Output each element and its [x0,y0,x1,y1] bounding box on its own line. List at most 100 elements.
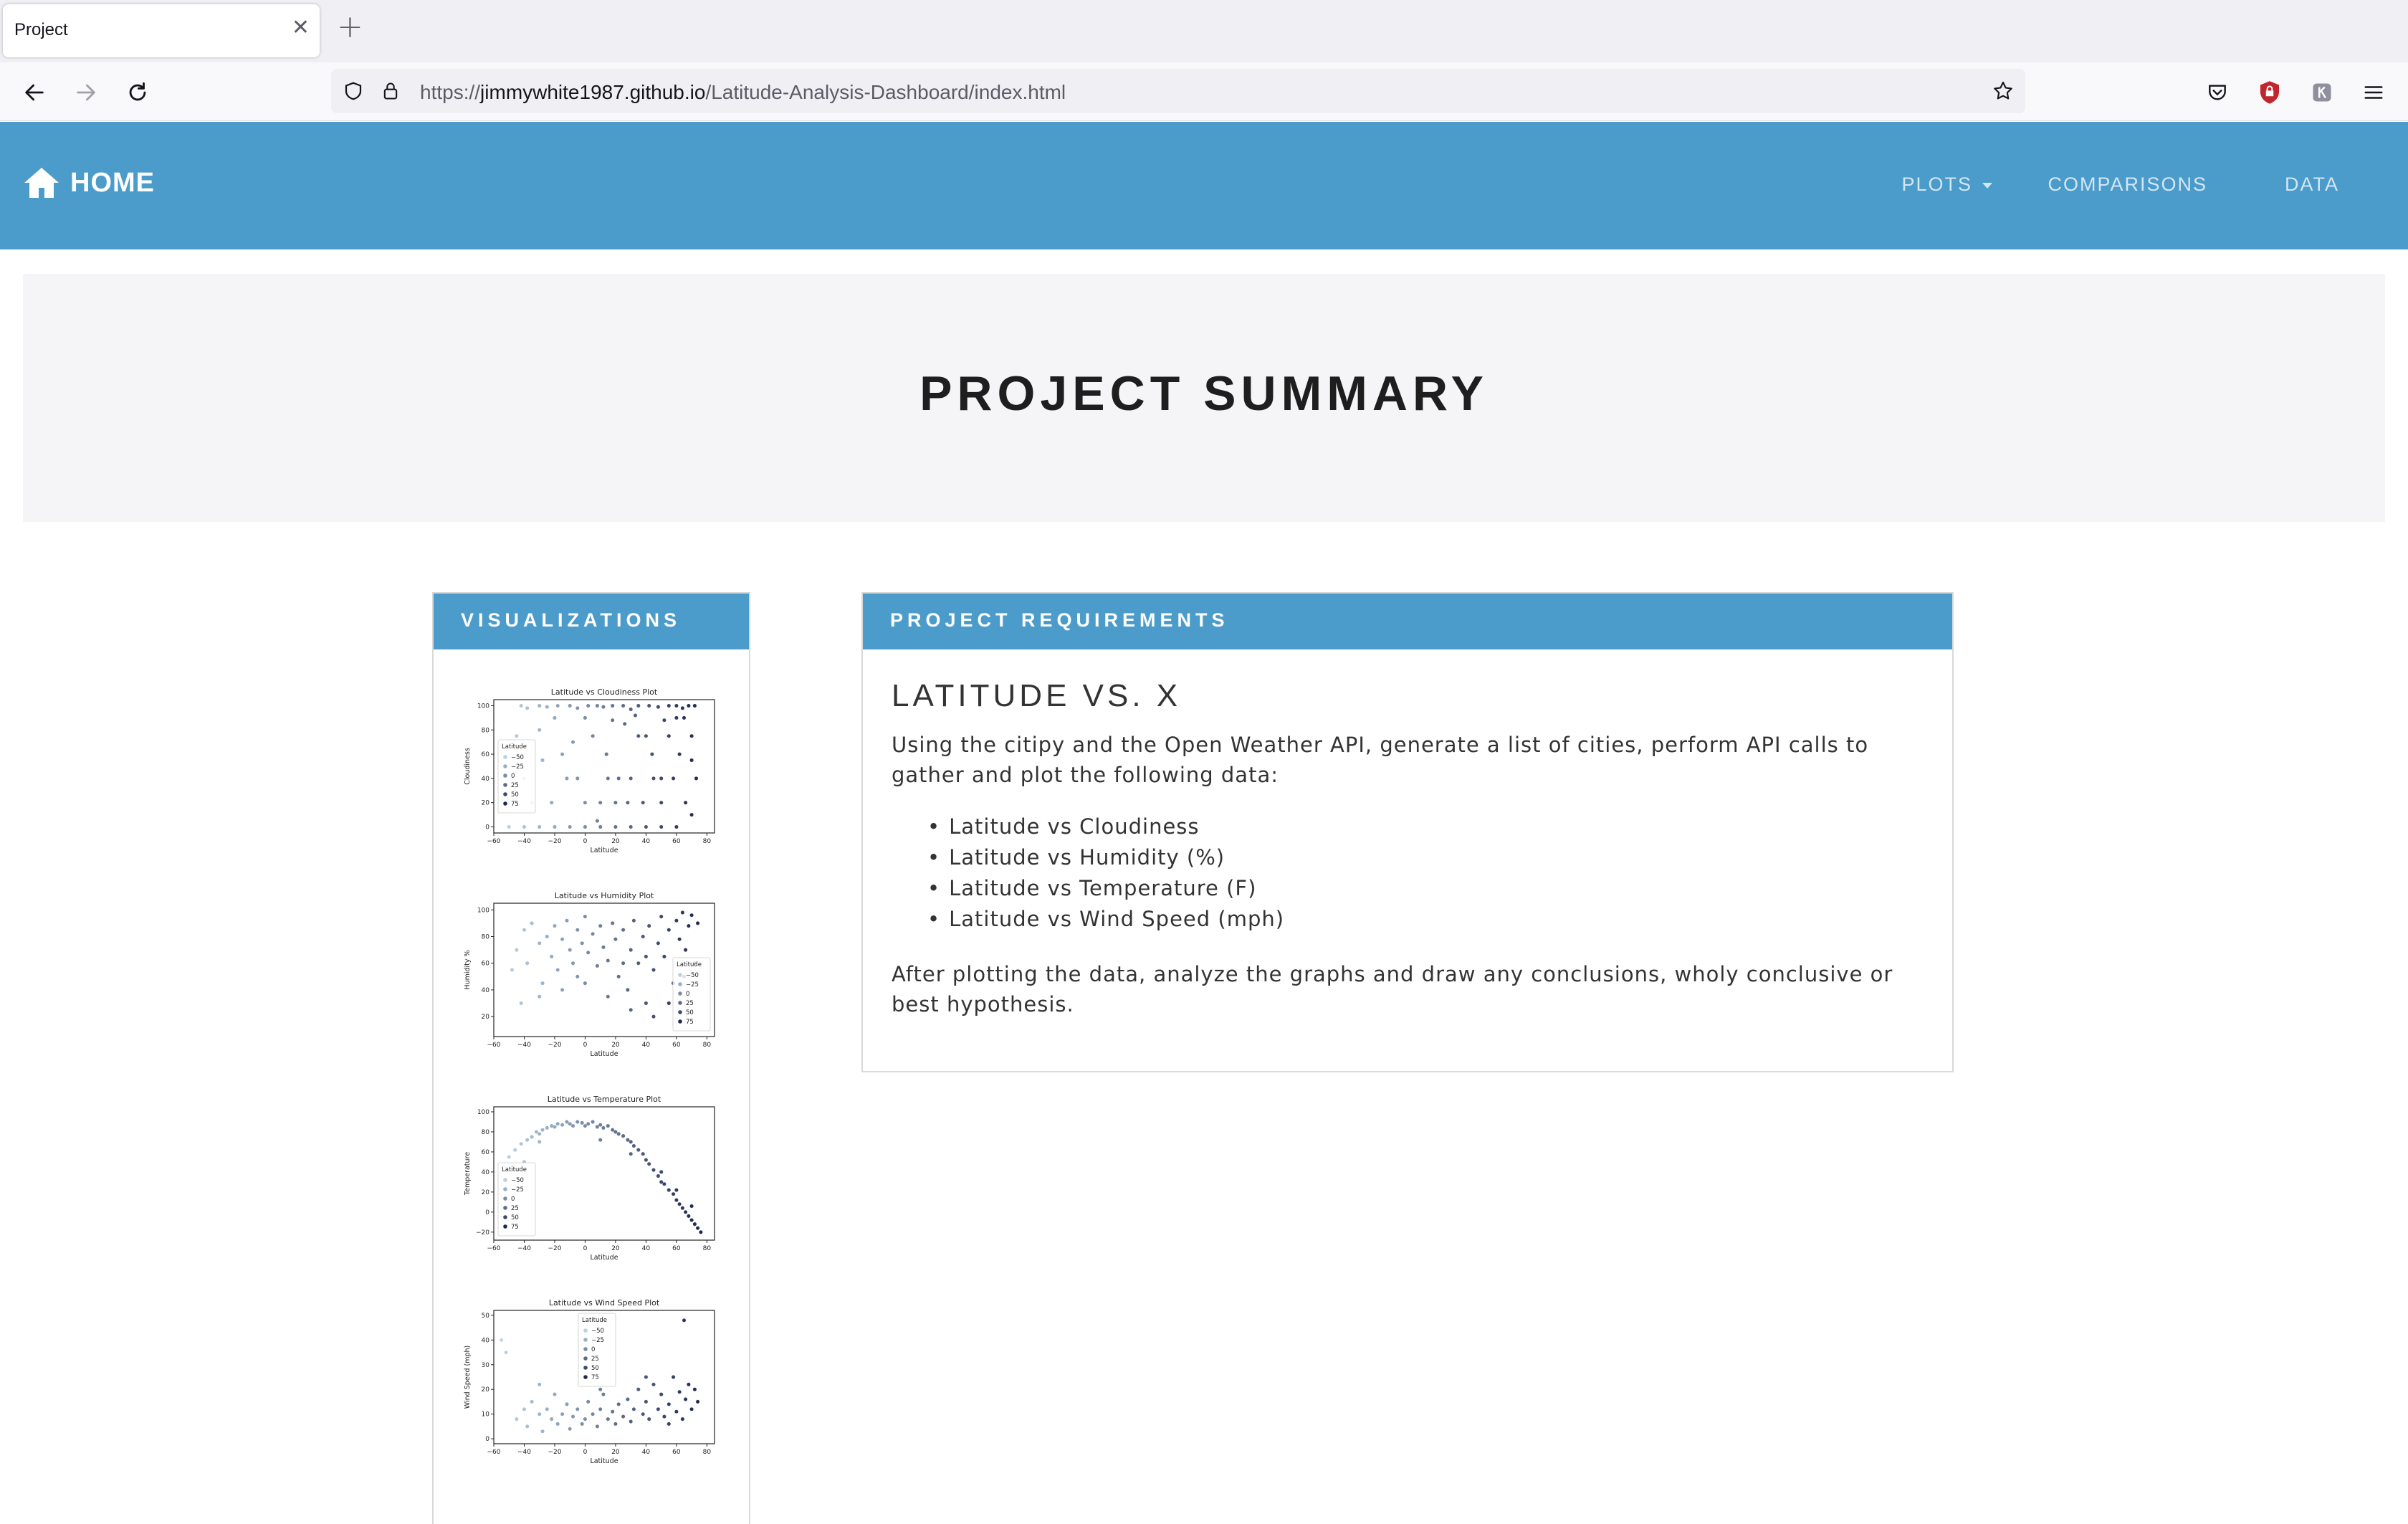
y-tick-label: 60 [482,751,490,758]
data-point [671,1375,676,1379]
data-point [560,1411,565,1416]
legend-entry: 75 [591,1374,599,1381]
data-point [687,1382,691,1387]
data-point [598,923,603,928]
requirements-intro: Using the citipy and the Open Weather AP… [892,733,1869,787]
requirements-title: LATITUDE VS. X [892,678,1182,713]
browser-tab[interactable]: Project ✕ [3,4,320,57]
data-point [682,1318,687,1323]
data-point [689,1406,694,1411]
x-tick-label: −40 [517,1449,531,1456]
data-point [687,703,691,708]
humidity-plot-thumb[interactable]: Latitude vs Humidity Plot −60 −40 −20 0 20 40 6… [461,889,726,1061]
data-point [568,948,572,952]
data-point [519,1001,523,1006]
x-axis-label: Latitude [590,847,618,854]
close-tab-icon[interactable]: ✕ [292,17,310,39]
data-point [575,705,580,710]
legend-marker [583,1366,588,1370]
legend-entry: 75 [686,1019,694,1026]
y-tick-label: 20 [482,1189,490,1196]
data-point [674,715,679,720]
chart-title: Latitude vs Cloudiness Plot [551,687,658,697]
data-point [583,1416,588,1421]
y-axis-label: Humidity % [464,950,472,989]
x-tick-label: 80 [703,1449,712,1456]
data-point [646,923,651,928]
plots-label: PLOTS [1901,173,1972,195]
pocket-icon[interactable] [2202,77,2233,108]
data-point [583,981,588,986]
data-point [598,1387,603,1391]
back-icon[interactable] [19,77,50,108]
new-tab-icon[interactable]: + [337,11,363,43]
home-link[interactable]: HOME [23,166,155,199]
data-point [674,1188,679,1192]
legend-entry: 25 [591,1356,599,1363]
chart-title: Latitude vs Temperature Plot [548,1095,661,1104]
data-point [677,752,682,756]
data-point [650,752,654,756]
legend-title: Latitude [502,1166,527,1173]
data-point [626,800,630,805]
data-point [522,928,527,933]
legend-marker [583,1328,588,1333]
plots-dropdown[interactable]: PLOTS [1901,173,1992,196]
legend-marker [503,1224,507,1229]
y-tick-label: 30 [482,1362,490,1369]
temperature-plot-thumb[interactable]: Latitude vs Temperature Plot −60 −40 −20 0 20… [461,1092,726,1265]
ublock-shield-icon[interactable] [2254,77,2285,108]
lock-icon[interactable] [378,79,403,103]
extension-icon[interactable] [2306,77,2338,108]
comparisons-link[interactable]: COMPARISONS [2048,173,2207,196]
data-point [549,954,554,959]
data-point [692,1221,697,1227]
data-point [621,703,626,708]
shield-icon[interactable] [341,79,366,103]
data-point [595,963,600,968]
data-point [580,941,584,946]
wind-speed-plot-thumb[interactable]: Latitude vs Wind Speed Plot −60 −40 −20 0 20 4… [461,1296,726,1468]
data-point [646,1161,651,1166]
data-point [629,1140,633,1144]
cloudiness-plot-thumb[interactable]: Latitude vs Cloudiness Plot −60 −40 −20 0 20 4… [461,685,726,857]
requirements-conclusion: After plotting the data, analyze the gra… [892,962,1893,1016]
data-point [499,1338,504,1343]
data-point [586,1122,591,1126]
data-point [692,703,697,708]
reload-icon[interactable] [122,77,153,108]
address-bar[interactable]: https://jimmywhite1987.github.io/Latitud… [331,69,2025,113]
data-point [687,1214,691,1219]
y-tick-label: 100 [477,703,489,710]
url-text[interactable]: https://jimmywhite1987.github.io/Latitud… [420,81,1066,104]
legend-entry: 50 [511,791,519,799]
data-point [644,733,649,738]
data-point [674,1198,679,1202]
data-point [613,800,618,805]
data-point [575,1120,580,1124]
data-point [656,941,661,946]
data-link[interactable]: DATA [2285,173,2339,196]
data-point [687,923,691,928]
caret-down-icon [1982,182,1992,189]
data-point [575,776,580,781]
data-point [629,776,633,781]
data-point [631,1406,636,1411]
data-point [507,1155,511,1159]
data-point [512,1148,517,1152]
menu-icon[interactable] [2358,77,2389,108]
data-point [613,1421,618,1427]
forward-icon[interactable] [70,77,102,108]
legend-entry: −25 [686,981,699,989]
page-title: PROJECT SUMMARY [919,366,1489,421]
data-point [659,1170,664,1174]
data-point [537,1382,542,1387]
data-point [680,1416,685,1421]
x-tick-label: −40 [517,1245,531,1252]
data-point [680,705,685,710]
data-point [540,758,545,763]
y-tick-label: 20 [482,800,490,807]
data-point [616,776,621,781]
legend-marker [583,1347,588,1351]
bookmark-star-icon[interactable] [1991,79,2015,103]
